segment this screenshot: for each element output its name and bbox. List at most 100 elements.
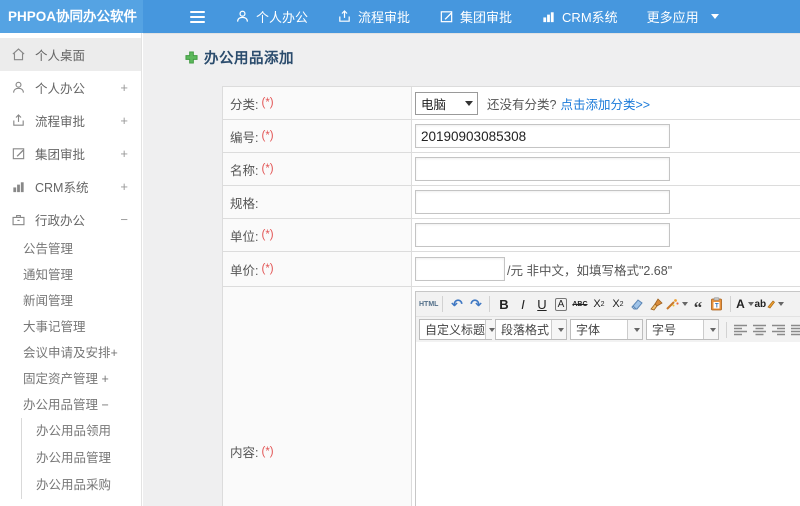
align-left-button[interactable] <box>731 320 750 339</box>
font-family-select[interactable]: 字体 <box>570 319 643 340</box>
page-title-bar: 办公用品添加 <box>185 47 294 68</box>
italic-button[interactable]: I <box>513 295 532 314</box>
home-icon <box>12 48 25 61</box>
form-row-price: 单价: (*) /元 非中文，如填写格式"2.68" <box>223 252 800 287</box>
highlight-button[interactable]: ab <box>754 295 785 314</box>
caret-down-icon <box>557 327 564 332</box>
sidebar-item-events-mgmt[interactable]: 大事记管理 <box>0 314 141 340</box>
boxed-a-button[interactable]: A <box>551 295 570 314</box>
form-row-spec: 规格: <box>223 186 800 219</box>
sidebar-label: 集团审批 <box>35 148 86 162</box>
nav-more-apps[interactable]: 更多应用 <box>647 7 719 26</box>
editor-body[interactable] <box>416 342 800 506</box>
paragraph-select[interactable]: 段落格式 <box>495 319 567 340</box>
required-mark: (*) <box>261 97 274 109</box>
sidebar-item-supplies-manage[interactable]: 办公用品管理 <box>22 445 141 472</box>
supply-add-form: 分类: (*) 电脑 还没有分类? 点击添加分类>> 编号: (*) 20190… <box>222 86 800 506</box>
sidebar-item-news-mgmt[interactable]: 新闻管理 <box>0 288 141 314</box>
sidebar-item-notice-mgmt[interactable]: 通知管理 <box>0 262 141 288</box>
price-format-note: /元 非中文，如填写格式"2.68" <box>507 263 673 278</box>
required-mark: (*) <box>261 130 274 142</box>
field-label: 名称: <box>230 163 259 178</box>
sidebar-label: CRM系统 <box>35 181 89 195</box>
sidebar-item-meeting-mgmt[interactable]: 会议申请及安排+ <box>0 340 141 366</box>
align-center-icon <box>753 324 766 335</box>
name-input[interactable] <box>415 157 670 181</box>
supplies-submenu: 办公用品领用 办公用品管理 办公用品采购 <box>21 418 141 499</box>
nav-personal-office[interactable]: 个人办公 <box>235 7 308 26</box>
subscript-button[interactable]: X2 <box>608 295 627 314</box>
menu-toggle-icon[interactable] <box>190 10 205 23</box>
superscript-button[interactable]: X2 <box>589 295 608 314</box>
sidebar-item-supplies-claim[interactable]: 办公用品领用 <box>22 418 141 445</box>
format-brush-button[interactable] <box>646 295 665 314</box>
required-mark: (*) <box>261 229 274 241</box>
sidebar-item-personal-office[interactable]: 个人办公 + <box>0 71 141 104</box>
caret-down-icon <box>710 14 719 19</box>
font-size-select[interactable]: 字号 <box>646 319 719 340</box>
sidebar-item-assets-mgmt[interactable]: 固定资产管理 + <box>0 366 141 392</box>
nav-group-approval[interactable]: 集团审批 <box>439 7 512 26</box>
expand-plus-icon[interactable]: + <box>120 179 128 194</box>
form-row-content: 内容: (*) HTML ↶ ↷ B I U A ABC X 2 X 2 “ T… <box>223 287 800 506</box>
code-input[interactable] <box>415 124 670 148</box>
clipboard-icon: T <box>711 297 723 311</box>
field-label: 内容: <box>230 446 259 460</box>
blockquote-button[interactable]: “ <box>688 295 707 316</box>
nav-crm-system[interactable]: CRM系统 <box>541 7 618 26</box>
underline-button[interactable]: U <box>532 295 551 314</box>
expand-plus-icon[interactable]: + <box>120 146 128 161</box>
field-label: 单价: <box>230 263 259 278</box>
autotypeset-button[interactable] <box>665 295 689 314</box>
pencil-icon <box>767 300 776 309</box>
nav-workflow-approval[interactable]: 流程审批 <box>337 7 410 26</box>
bar-chart-icon <box>543 12 554 23</box>
field-label: 规格: <box>230 196 259 211</box>
expand-plus-icon[interactable]: + <box>120 113 128 128</box>
category-select[interactable]: 电脑 <box>415 91 478 115</box>
sidebar-item-workflow-approval[interactable]: 流程审批 + <box>0 104 141 137</box>
spec-input[interactable] <box>415 190 670 214</box>
custom-title-select[interactable]: 自定义标题 <box>419 319 496 340</box>
collapse-minus-icon[interactable]: − <box>120 212 128 227</box>
form-row-name: 名称: (*) <box>223 153 800 186</box>
price-input[interactable] <box>415 257 505 281</box>
redo-button[interactable]: ↷ <box>466 295 485 314</box>
edit-square-icon <box>440 11 453 23</box>
unit-input[interactable] <box>415 223 670 247</box>
sidebar-item-group-approval[interactable]: 集团审批 + <box>0 137 141 170</box>
export-icon <box>339 10 350 22</box>
top-nav: 个人办公 流程审批 集团审批 CRM系统 更多应用 <box>143 0 748 33</box>
field-label: 编号: <box>230 130 259 145</box>
nav-label: 个人办公 <box>256 10 309 25</box>
paste-button[interactable]: T <box>707 295 726 314</box>
form-row-unit: 单位: (*) <box>223 219 800 252</box>
sidebar-item-supplies-purchase[interactable]: 办公用品采购 <box>22 472 141 499</box>
sidebar-item-crm[interactable]: CRM系统 + <box>0 170 141 203</box>
expand-plus-icon[interactable]: + <box>120 80 128 95</box>
eraser-button[interactable] <box>627 295 646 314</box>
html-source-button[interactable]: HTML <box>419 295 438 314</box>
strikethrough-button[interactable]: ABC <box>570 295 589 314</box>
undo-button[interactable]: ↶ <box>447 295 466 314</box>
sidebar-item-admin-office[interactable]: 行政办公 − <box>0 203 141 236</box>
font-color-button[interactable]: A <box>735 295 754 314</box>
sidebar-item-supplies-mgmt[interactable]: 办公用品管理 − <box>0 392 141 418</box>
sidebar-item-desktop[interactable]: 个人桌面 <box>0 38 141 71</box>
add-category-link[interactable]: 点击添加分类>> <box>560 94 650 113</box>
justify-button[interactable] <box>788 320 800 339</box>
required-mark: (*) <box>261 445 274 458</box>
user-icon <box>237 10 248 22</box>
top-navbar: PHPOA协同办公软件 个人办公 流程审批 集团审批 CRM系统 更多应用 <box>0 0 800 33</box>
align-left-icon <box>734 324 747 335</box>
bold-button[interactable]: B <box>494 295 513 314</box>
edit-square-icon <box>12 148 25 160</box>
align-right-button[interactable] <box>769 320 788 339</box>
align-center-button[interactable] <box>750 320 769 339</box>
sidebar-item-announcement-mgmt[interactable]: 公告管理 <box>0 236 141 262</box>
editor-toolbar-row1: HTML ↶ ↷ B I U A ABC X2 X2 “ T A ab <box>416 292 800 317</box>
field-label: 分类: <box>230 97 259 112</box>
brush-icon <box>650 297 663 310</box>
admin-office-submenu: 公告管理 通知管理 新闻管理 大事记管理 会议申请及安排+ 固定资产管理 + 办… <box>0 236 141 499</box>
page-title: 办公用品添加 <box>204 51 294 67</box>
